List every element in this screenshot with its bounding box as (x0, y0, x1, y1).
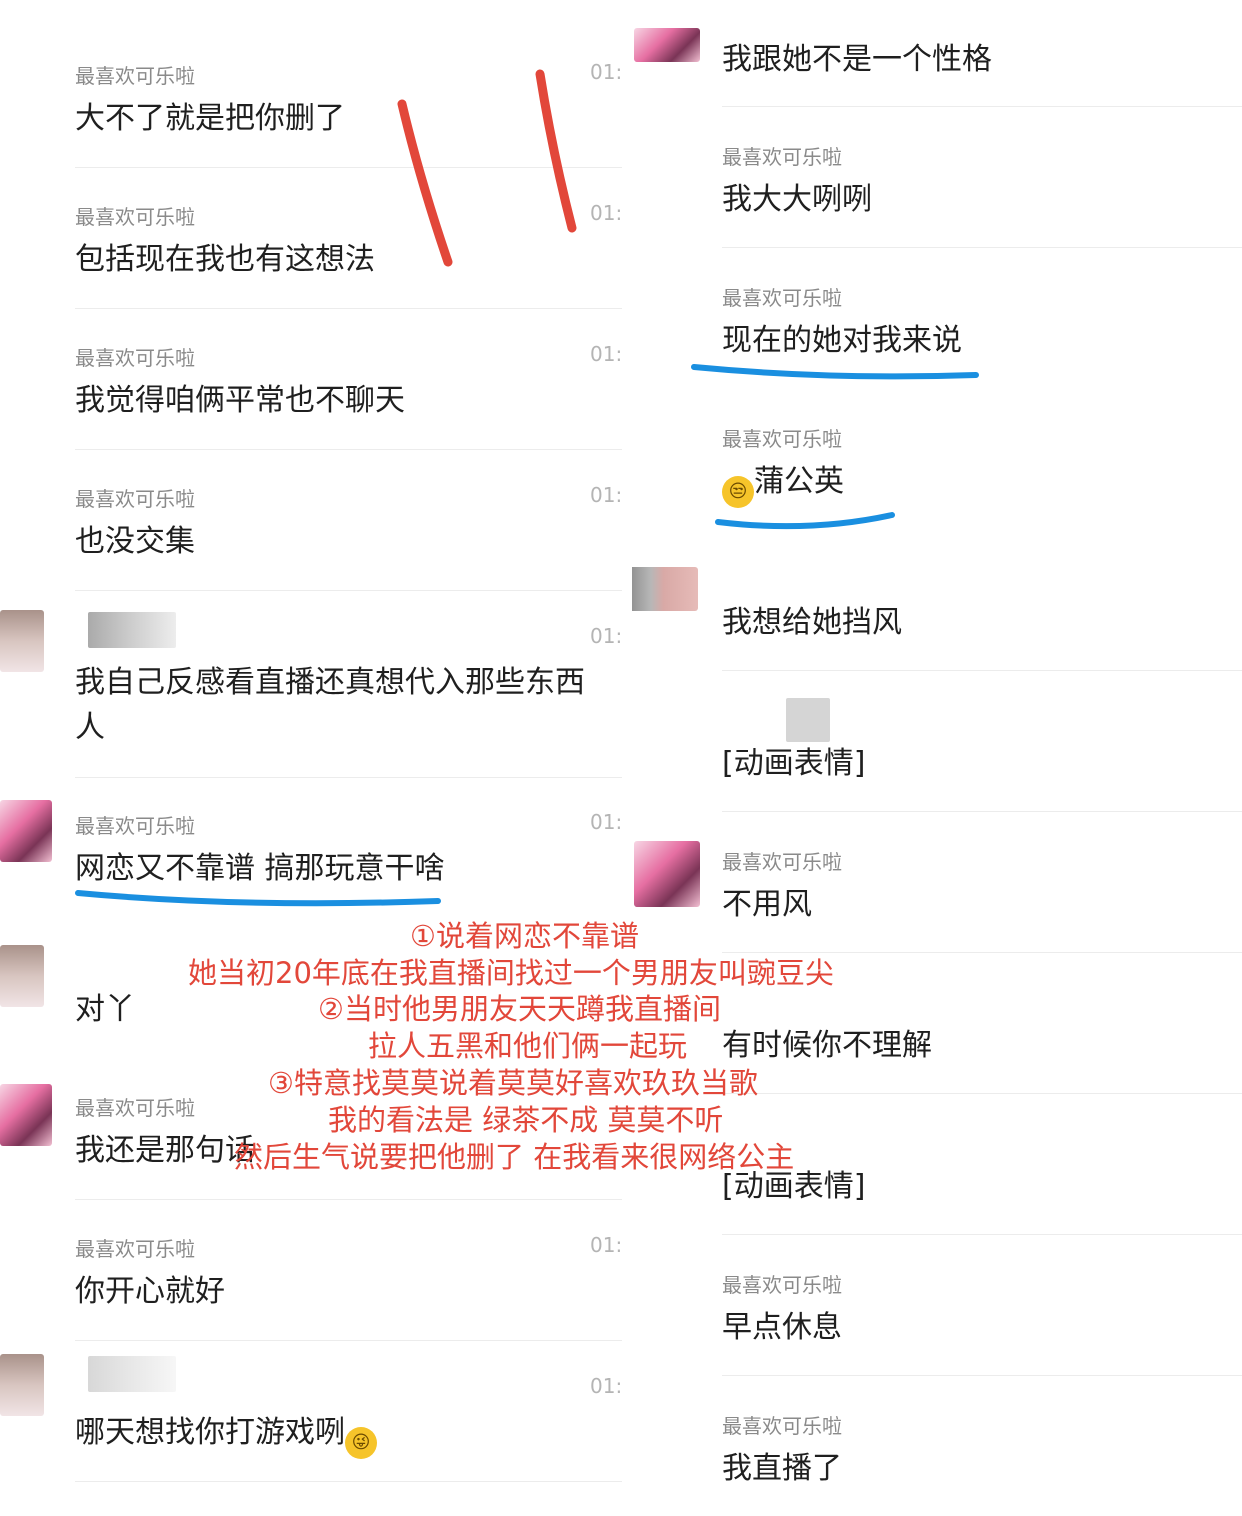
sender-name: 最喜欢可乐啦 (75, 205, 195, 229)
timestamp: 01: (590, 1233, 622, 1257)
timestamp: 01: (590, 201, 622, 225)
message-text: 我大大咧咧 (722, 182, 872, 217)
chat-message[interactable]: 最喜欢可乐啦 我大大咧咧 (632, 108, 1242, 249)
message-text: 我觉得咱俩平常也不聊天 (75, 383, 405, 418)
timestamp: 01: (590, 60, 622, 84)
message-text: [动画表情] (722, 746, 866, 781)
message-text: 我还是那句话 (75, 1133, 255, 1168)
timestamp: 01: (590, 483, 622, 507)
avatar[interactable] (0, 800, 52, 862)
timestamp: 01: (590, 810, 622, 834)
message-text: 有时候你不理解 (722, 1028, 932, 1063)
timestamp: 01: (590, 624, 622, 648)
message-text: 对丫 (75, 992, 135, 1027)
sender-name: 最喜欢可乐啦 (722, 286, 842, 310)
message-text: 哪天想找你打游戏咧 😜 (75, 1411, 377, 1459)
chat-message[interactable]: 01: 哪天想找你打游戏咧 😜 (0, 1354, 622, 1484)
chat-message[interactable]: [动画表情] (632, 672, 1242, 813)
wink-tongue-emoji-icon: 😜 (345, 1427, 377, 1459)
chat-message[interactable]: 最喜欢可乐啦 😒 蒲公英 (632, 390, 1242, 531)
avatar[interactable] (0, 1084, 52, 1146)
sender-name: 最喜欢可乐啦 (75, 814, 195, 838)
message-text: 我跟她不是一个性格 (722, 42, 992, 77)
message-text: 不用风 (722, 887, 812, 922)
divider (722, 1234, 1242, 1235)
chat-message[interactable]: 最喜欢可乐啦 我直播了 (632, 1377, 1242, 1516)
message-text: 我直播了 (722, 1451, 842, 1486)
unamused-emoji-icon: 😒 (722, 476, 754, 508)
chat-message[interactable]: 01: 我自己反感看直播还真想代入那些东西 人 (0, 604, 622, 779)
message-text: 网恋又不靠谱 搞那玩意干啥 (75, 851, 445, 886)
message-text: 我想给她挡风 (722, 605, 902, 640)
message-text: 也没交集 (75, 524, 195, 559)
sender-name: 最喜欢可乐啦 (75, 1237, 195, 1261)
message-text: 现在的她对我来说 (722, 323, 962, 358)
blurred-sender-name (88, 612, 176, 648)
sender-name: 最喜欢可乐啦 (722, 1414, 842, 1438)
avatar[interactable] (0, 1354, 44, 1416)
blurred-sender-name (88, 1356, 176, 1392)
avatar[interactable] (632, 567, 698, 611)
divider (722, 811, 1242, 812)
divider (722, 1093, 1242, 1094)
chat-message[interactable]: 对丫 (0, 931, 622, 1061)
sender-name: 最喜欢可乐啦 (75, 346, 195, 370)
message-text-line2: 人 (75, 710, 105, 745)
chat-message[interactable]: 我想给她挡风 (632, 531, 1242, 672)
chat-message[interactable]: 最喜欢可乐啦 大不了就是把你删了 01: (0, 40, 622, 170)
divider (75, 449, 622, 450)
message-text: 你开心就好 (75, 1274, 225, 1309)
sender-name: 最喜欢可乐啦 (722, 850, 842, 874)
chat-message[interactable]: 最喜欢可乐啦 我觉得咱俩平常也不聊天 01: (0, 322, 622, 452)
chat-screenshot-left: 最喜欢可乐啦 大不了就是把你删了 01: 最喜欢可乐啦 包括现在我也有这想法 0… (0, 0, 622, 1516)
chat-message[interactable]: 最喜欢可乐啦 我还是那句话 (0, 1072, 622, 1202)
divider (75, 167, 622, 168)
sender-name: 最喜欢可乐啦 (75, 487, 195, 511)
divider (722, 247, 1242, 248)
chat-message[interactable]: 最喜欢可乐啦 也没交集 01: (0, 463, 622, 593)
chat-message[interactable]: 最喜欢可乐啦 包括现在我也有这想法 01: (0, 181, 622, 311)
avatar[interactable] (634, 28, 700, 62)
divider (722, 106, 1242, 107)
divider (75, 777, 622, 778)
avatar[interactable] (0, 945, 44, 1007)
chat-message[interactable]: 最喜欢可乐啦 你开心就好 01: (0, 1213, 622, 1343)
message-text-line1: 我自己反感看直播还真想代入那些东西 (75, 665, 585, 700)
divider (75, 1199, 622, 1200)
message-text: 大不了就是把你删了 (75, 101, 345, 136)
message-text: 包括现在我也有这想法 (75, 242, 375, 277)
chat-message[interactable]: [动画表情] (632, 1095, 1242, 1236)
chat-message[interactable]: 最喜欢可乐啦 网恋又不靠谱 搞那玩意干啥 01: (0, 790, 622, 920)
message-text: [动画表情] (722, 1169, 866, 1204)
sender-name: 最喜欢可乐啦 (75, 64, 195, 88)
chat-message[interactable]: 最喜欢可乐啦 早点休息 (632, 1236, 1242, 1377)
chat-message[interactable]: 最喜欢可乐啦 不用风 (632, 813, 1242, 954)
sender-name: 最喜欢可乐啦 (75, 1096, 195, 1120)
divider (75, 1481, 622, 1482)
timestamp: 01: (590, 342, 622, 366)
timestamp: 01: (590, 1374, 622, 1398)
divider (75, 1340, 622, 1341)
blurred-sender-name (786, 698, 830, 742)
avatar[interactable] (634, 841, 700, 907)
divider (75, 308, 622, 309)
divider (722, 670, 1242, 671)
chat-screenshot-right: 我跟她不是一个性格 最喜欢可乐啦 我大大咧咧 最喜欢可乐啦 现在的她对我来说 最… (632, 0, 1242, 1516)
message-text: 早点休息 (722, 1310, 842, 1345)
chat-message[interactable]: 有时候你不理解 (632, 954, 1242, 1095)
message-text: 😒 蒲公英 (722, 460, 844, 508)
message-text-content: 蒲公英 (754, 464, 844, 499)
divider (75, 590, 622, 591)
message-text-content: 哪天想找你打游戏咧 (75, 1415, 345, 1450)
sender-name: 最喜欢可乐啦 (722, 427, 842, 451)
sender-name: 最喜欢可乐啦 (722, 1273, 842, 1297)
avatar[interactable] (0, 610, 44, 672)
chat-message[interactable]: 我跟她不是一个性格 (632, 0, 1242, 108)
chat-message[interactable]: 最喜欢可乐啦 现在的她对我来说 (632, 249, 1242, 390)
divider (722, 952, 1242, 953)
divider (722, 1375, 1242, 1376)
sender-name: 最喜欢可乐啦 (722, 145, 842, 169)
